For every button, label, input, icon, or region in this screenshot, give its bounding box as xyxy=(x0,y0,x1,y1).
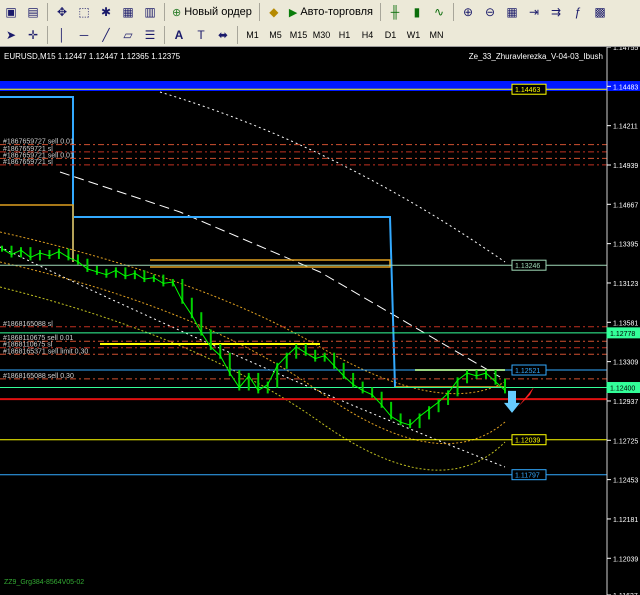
price-tick-label: 1.13309 xyxy=(613,360,638,367)
arrows-tool-icon[interactable]: ⬌ xyxy=(213,25,233,45)
price-tick-label: 1.13581 xyxy=(613,320,638,327)
horizontal-line-icon[interactable]: ─ xyxy=(74,25,94,45)
timeframe-h1[interactable]: H1 xyxy=(333,25,356,45)
timeframe-m30[interactable]: M30 xyxy=(310,25,333,45)
level-label: 1.12521 xyxy=(515,368,540,375)
new-chart-icon[interactable]: ▣ xyxy=(1,2,21,22)
toolbar: ▣ ▤ ✥ ⬚ ✱ ▦ ▥ ⊕ Новый ордер ◆ ▶ Авто-торго… xyxy=(0,0,640,47)
price-tick-label: 1.12039 xyxy=(613,556,638,563)
timeframe-h4[interactable]: H4 xyxy=(356,25,379,45)
channel-icon[interactable]: ▱ xyxy=(118,25,138,45)
bar-chart-icon[interactable]: ╫ xyxy=(385,2,405,22)
symbol-header: EURUSD,M15 1.12447 1.12447 1.12365 1.123… xyxy=(4,52,181,61)
timeframe-bar: M1 M5 M15 M30 H1 H4 D1 W1 MN xyxy=(241,25,448,45)
new-order-label: Новый ордер xyxy=(184,6,252,18)
autotrading-button[interactable]: ▶ Авто-торговля xyxy=(285,2,377,22)
order-label: #1867659721 sl xyxy=(3,159,53,166)
zoom-out-icon[interactable]: ⊖ xyxy=(480,2,500,22)
price-tick-label: 1.14667 xyxy=(613,202,638,209)
level-label: 1.12039 xyxy=(515,438,540,445)
profiles-icon[interactable]: ▤ xyxy=(23,2,43,22)
templates-icon[interactable]: ▩ xyxy=(590,2,610,22)
toolbar-row-top: ▣ ▤ ✥ ⬚ ✱ ▦ ▥ ⊕ Новый ордер ◆ ▶ Авто-торго… xyxy=(0,1,611,23)
price-chart[interactable]: #1867659727 sell 0.01#1867659721 sl#1867… xyxy=(0,47,640,595)
timeframe-m15[interactable]: M15 xyxy=(287,25,310,45)
indicator-footer-label: ZZ9_Grg384-8564V05-02 xyxy=(4,579,84,586)
price-tick-label: 1.14483 xyxy=(613,84,638,91)
text-tool-icon[interactable]: A xyxy=(169,25,189,45)
price-tick-label: 1.14755 xyxy=(613,47,638,52)
price-tick-label: 1.14211 xyxy=(613,124,638,131)
order-label: #1867659727 sell 0.01 xyxy=(3,139,74,146)
terminal-icon[interactable]: ▦ xyxy=(118,2,138,22)
timeframe-d1[interactable]: D1 xyxy=(379,25,402,45)
fibonacci-icon[interactable]: ☰ xyxy=(140,25,160,45)
level-label: 1.13246 xyxy=(515,263,540,270)
crosshair-icon[interactable]: ✛ xyxy=(23,25,43,45)
new-order-button[interactable]: ⊕ Новый ордер xyxy=(168,2,256,22)
data-window-icon[interactable]: ⬚ xyxy=(74,2,94,22)
vertical-line-icon[interactable]: │ xyxy=(52,25,72,45)
trendline-icon[interactable]: ╱ xyxy=(96,25,116,45)
price-tick-label: 1.12181 xyxy=(613,517,638,524)
indicators-icon[interactable]: ƒ xyxy=(568,2,588,22)
level-label: 1.12400 xyxy=(610,386,635,393)
price-axis: 1.14755 1.14483 1.14211 1.14939 1.14667 1.133… xyxy=(607,47,638,595)
level-label: 1.14463 xyxy=(515,87,540,94)
candlestick-icon[interactable]: ▮ xyxy=(407,2,427,22)
zoom-in-icon[interactable]: ⊕ xyxy=(458,2,478,22)
timeframe-m1[interactable]: M1 xyxy=(241,25,264,45)
new-order-icon: ⊕ xyxy=(172,6,182,19)
price-tick-label: 1.12453 xyxy=(613,478,638,485)
market-watch-icon[interactable]: ✥ xyxy=(52,2,72,22)
level-label: 1.12778 xyxy=(610,331,635,338)
tile-windows-icon[interactable]: ▦ xyxy=(502,2,522,22)
chart-shift-icon[interactable]: ⇥ xyxy=(524,2,544,22)
price-tick-label: 1.12725 xyxy=(613,438,638,445)
timeframe-m5[interactable]: M5 xyxy=(264,25,287,45)
price-tick-label: 1.13395 xyxy=(613,242,638,249)
plot-area xyxy=(0,47,607,595)
indicator-name: Ze_33_Zhuravlerezka_V-04-03_Ibush xyxy=(469,52,603,61)
cursor-icon[interactable]: ➤ xyxy=(1,25,21,45)
autoscroll-icon[interactable]: ⇉ xyxy=(546,2,566,22)
level-label: 1.11797 xyxy=(515,473,540,480)
order-label: #1868165371 sell limit 0.30 xyxy=(3,348,88,355)
timeframe-mn[interactable]: MN xyxy=(425,25,448,45)
strategy-tester-icon[interactable]: ▥ xyxy=(140,2,160,22)
toolbar-row-bottom: ➤ ✛ │ ─ ╱ ▱ ☰ A T ⬌ M1 M5 M15 M30 H1 H4 D1 W1 MN xyxy=(0,24,448,46)
autotrading-label: Авто-торговля xyxy=(300,6,373,18)
price-tick-label: 1.12937 xyxy=(613,399,638,406)
metaeditor-icon[interactable]: ◆ xyxy=(264,2,284,22)
navigator-icon[interactable]: ✱ xyxy=(96,2,116,22)
line-chart-icon[interactable]: ∿ xyxy=(429,2,449,22)
order-label: #1868165088 sell 0.30 xyxy=(3,373,74,380)
price-tick-label: 1.14939 xyxy=(613,163,638,170)
timeframe-w1[interactable]: W1 xyxy=(402,25,425,45)
label-tool-icon[interactable]: T xyxy=(191,25,211,45)
autotrading-icon: ▶ xyxy=(288,6,298,19)
price-tick-label: 1.13123 xyxy=(613,281,638,288)
order-label: #1868165088 sl xyxy=(3,321,53,328)
